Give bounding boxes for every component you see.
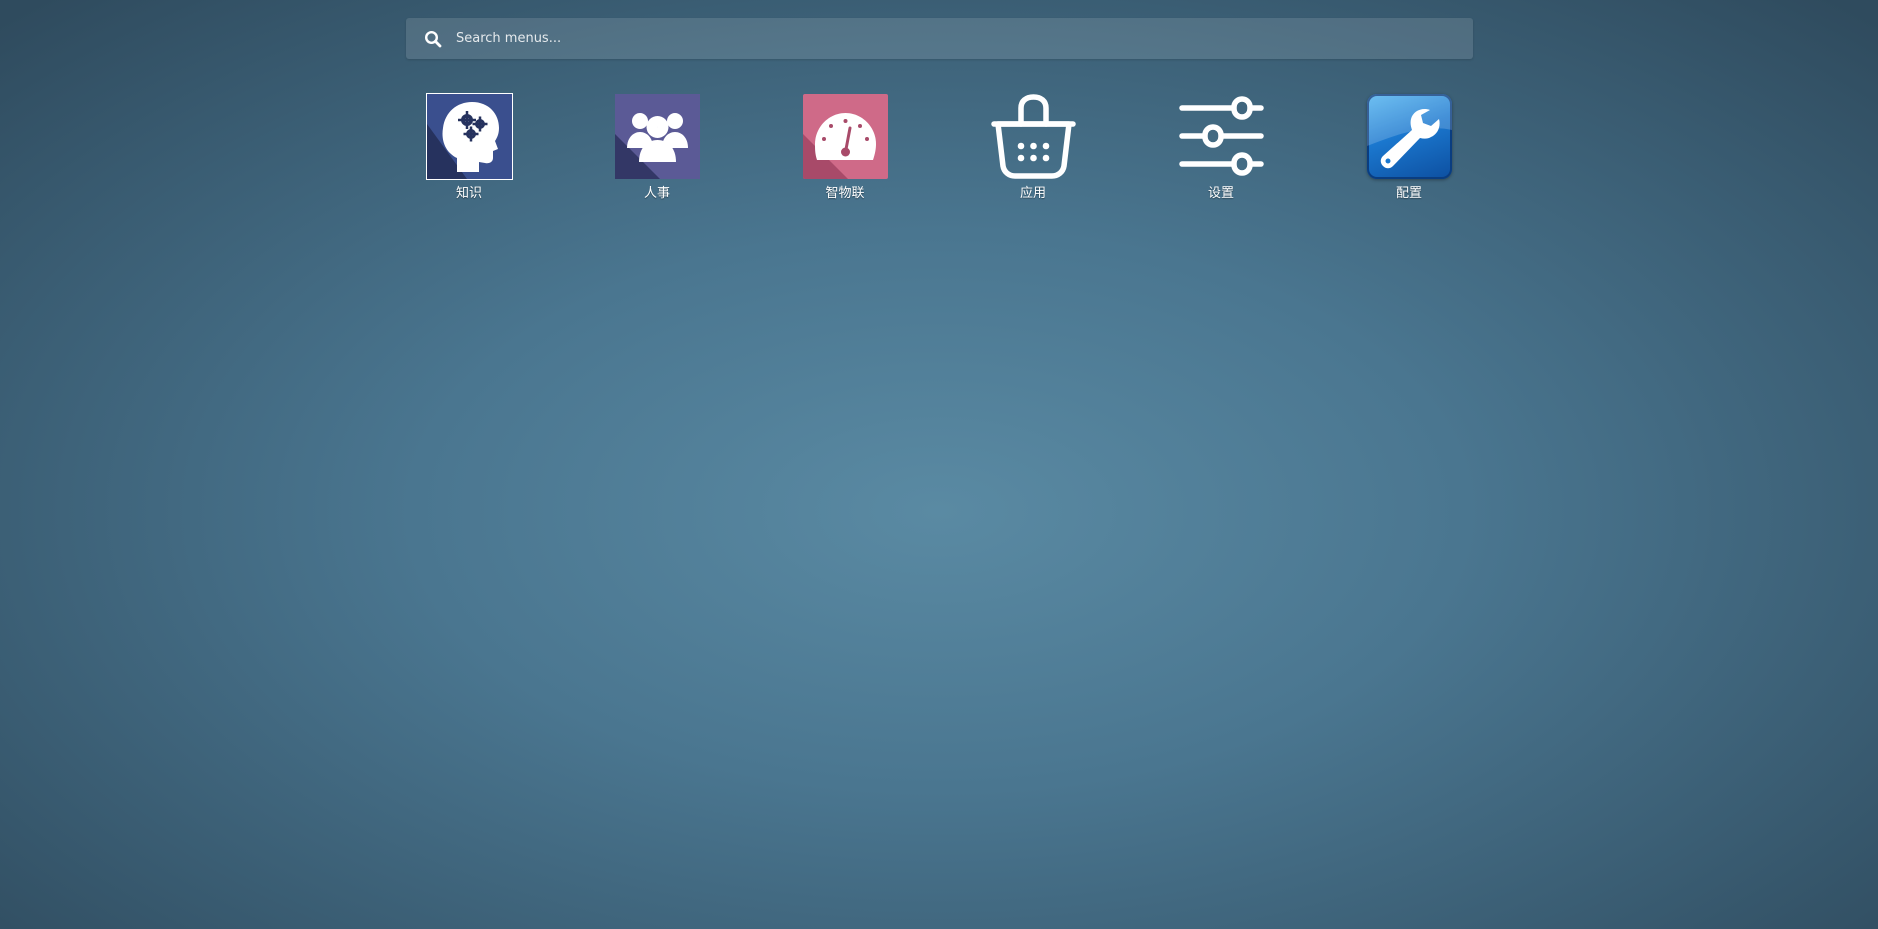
app-knowledge[interactable]: 知识 [409,93,529,201]
search-input[interactable] [454,17,1473,60]
app-label: 设置 [1207,186,1234,201]
app-iot[interactable]: 智物联 [785,94,905,201]
sliders-icon [1178,94,1264,179]
app-label: 应用 [1019,186,1046,201]
app-configuration[interactable]: 配置 [1349,94,1469,201]
app-label: 知识 [455,186,482,201]
app-label: 配置 [1395,186,1422,201]
wrench-icon [1366,94,1452,179]
app-grid: 知识 人事 智物联 应用 设置 配置 [406,93,1473,204]
search-bar [406,17,1473,60]
search-icon[interactable] [423,29,443,49]
shopping-basket-icon [990,94,1076,179]
users-group-icon [614,94,700,179]
app-label: 智物联 [825,186,865,201]
app-label: 人事 [643,186,670,201]
app-settings[interactable]: 设置 [1161,94,1281,201]
app-apps[interactable]: 应用 [973,94,1093,201]
app-hr[interactable]: 人事 [597,94,717,201]
speedometer-icon [802,94,888,179]
knowledge-head-gears-icon [425,93,513,180]
